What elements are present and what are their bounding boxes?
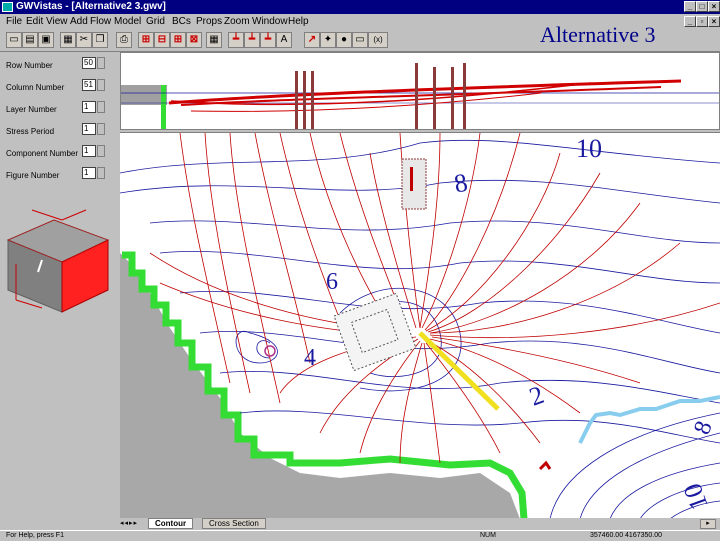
layer-number-spinner[interactable] [97, 101, 105, 113]
component-number-spinner[interactable] [97, 145, 105, 157]
contour-label-8: 8 [452, 168, 470, 199]
row-number-input[interactable]: 50 [82, 57, 96, 69]
menu-model[interactable]: Model [114, 16, 141, 27]
doc-minimize-button[interactable]: _ [684, 16, 696, 27]
section-pathlines [168, 79, 682, 112]
grid-select-icon[interactable]: ⊞ [138, 32, 154, 48]
close-button[interactable]: × [708, 1, 720, 12]
doc-close-button[interactable]: × [708, 16, 720, 27]
orientation-cube-icon[interactable] [2, 200, 114, 320]
formula-icon[interactable]: (x) [368, 32, 388, 48]
source-zone [333, 292, 417, 372]
stress-period-spinner[interactable] [97, 123, 105, 135]
menu-props[interactable]: Props [196, 16, 222, 27]
grid-row-icon[interactable]: ⊟ [154, 32, 170, 48]
status-coordinates: 357460.00 4167350.00 [590, 532, 663, 539]
cross-section-view[interactable] [120, 52, 720, 130]
river-cells [538, 460, 552, 471]
extraction-area [401, 158, 427, 210]
view-tab-bar: ◂◂▸▸ Contour Cross Section ▸ [120, 518, 720, 530]
menu-file[interactable]: File [6, 16, 22, 27]
bc-drain-icon[interactable]: ┷ [260, 32, 276, 48]
print-preview-icon[interactable]: ⎙ [116, 32, 132, 48]
row-number-label: Row Number [6, 61, 53, 70]
save-icon[interactable]: ▣ [38, 32, 54, 48]
title-bar: GWVistas - [Alternative2 3.gwv] _ □ × [0, 0, 720, 14]
column-number-spinner[interactable] [97, 79, 105, 91]
column-number-label: Column Number [6, 83, 65, 92]
menu-zoom[interactable]: Zoom [224, 16, 250, 27]
column-number-input[interactable]: 51 [82, 79, 96, 91]
contour-label-8-right: 8 [689, 418, 718, 438]
copy-icon[interactable]: ❐ [92, 32, 108, 48]
cut-icon[interactable]: ✂ [76, 32, 92, 48]
menu-bcs[interactable]: BCs [172, 16, 191, 27]
section-boundary-cells [161, 85, 166, 129]
contour-label-2: 2 [525, 380, 547, 412]
pathline-icon[interactable]: ↗ [304, 32, 320, 48]
annotate-icon[interactable]: A [276, 32, 292, 48]
layer-number-label: Layer Number [6, 105, 57, 114]
row-number-spinner[interactable] [97, 57, 105, 69]
doc-restore-button[interactable]: ▫ [696, 16, 708, 27]
grid-cell-icon[interactable]: ⊠ [186, 32, 202, 48]
contour-map: 10 8 6 4 2 8 10 [120, 133, 720, 518]
bc-river-icon[interactable]: ┷ [244, 32, 260, 48]
zoom-icon[interactable]: ▭ [352, 32, 368, 48]
figure-number-label: Figure Number [6, 171, 60, 180]
contour-label-4: 4 [304, 345, 316, 371]
scroll-right-icon[interactable]: ▸ [700, 519, 716, 529]
contour-label-6: 6 [326, 269, 338, 295]
menu-flow[interactable]: Flow [90, 16, 111, 27]
particle-icon[interactable]: ✦ [320, 32, 336, 48]
status-bar: For Help, press F1 NUM 357460.00 4167350… [0, 530, 720, 541]
grid-layer-icon[interactable]: ▦ [206, 32, 222, 48]
observation-well-marker [264, 345, 276, 357]
print-icon[interactable]: ▦ [60, 32, 76, 48]
menu-add[interactable]: Add [70, 16, 88, 27]
contour-plan-view[interactable]: 10 8 6 4 2 8 10 [120, 132, 720, 518]
figure-number-spinner[interactable] [97, 167, 105, 179]
status-help-text: For Help, press F1 [6, 532, 64, 539]
grid-col-icon[interactable]: ⊞ [170, 32, 186, 48]
stress-period-input[interactable]: 1 [82, 123, 96, 135]
minimize-button[interactable]: _ [684, 1, 696, 12]
observation-icon[interactable]: ● [336, 32, 352, 48]
layer-number-input[interactable]: 1 [82, 101, 96, 113]
tab-scroll-arrows-icon[interactable]: ◂◂▸▸ [120, 519, 144, 529]
tab-contour[interactable]: Contour [148, 518, 194, 529]
bc-well-icon[interactable]: ┷ [228, 32, 244, 48]
section-grey-block [121, 85, 167, 105]
menu-window[interactable]: Window [252, 16, 288, 27]
window-title: GWVistas - [Alternative2 3.gwv] [16, 1, 166, 12]
layer-control-panel: Row Number 50 Column Number 51 Layer Num… [0, 52, 118, 522]
stress-period-label: Stress Period [6, 127, 55, 136]
app-icon [2, 2, 13, 12]
cross-section-plot [121, 63, 719, 129]
new-file-icon[interactable]: ▭ [6, 32, 22, 48]
open-folder-icon[interactable]: ▤ [22, 32, 38, 48]
status-num-indicator: NUM [480, 532, 496, 539]
tab-cross-section[interactable]: Cross Section [202, 518, 266, 529]
component-number-label: Component Number [6, 149, 79, 158]
menu-grid[interactable]: Grid [146, 16, 165, 27]
slide-title: Alternative 3 [540, 22, 656, 47]
menu-help[interactable]: Help [288, 16, 309, 27]
component-number-input[interactable]: 1 [82, 145, 96, 157]
maximize-button[interactable]: □ [696, 1, 708, 12]
menu-edit[interactable]: Edit [26, 16, 43, 27]
menu-view[interactable]: View [46, 16, 68, 27]
contour-label-10-top: 10 [576, 134, 602, 163]
figure-number-input[interactable]: 1 [82, 167, 96, 179]
